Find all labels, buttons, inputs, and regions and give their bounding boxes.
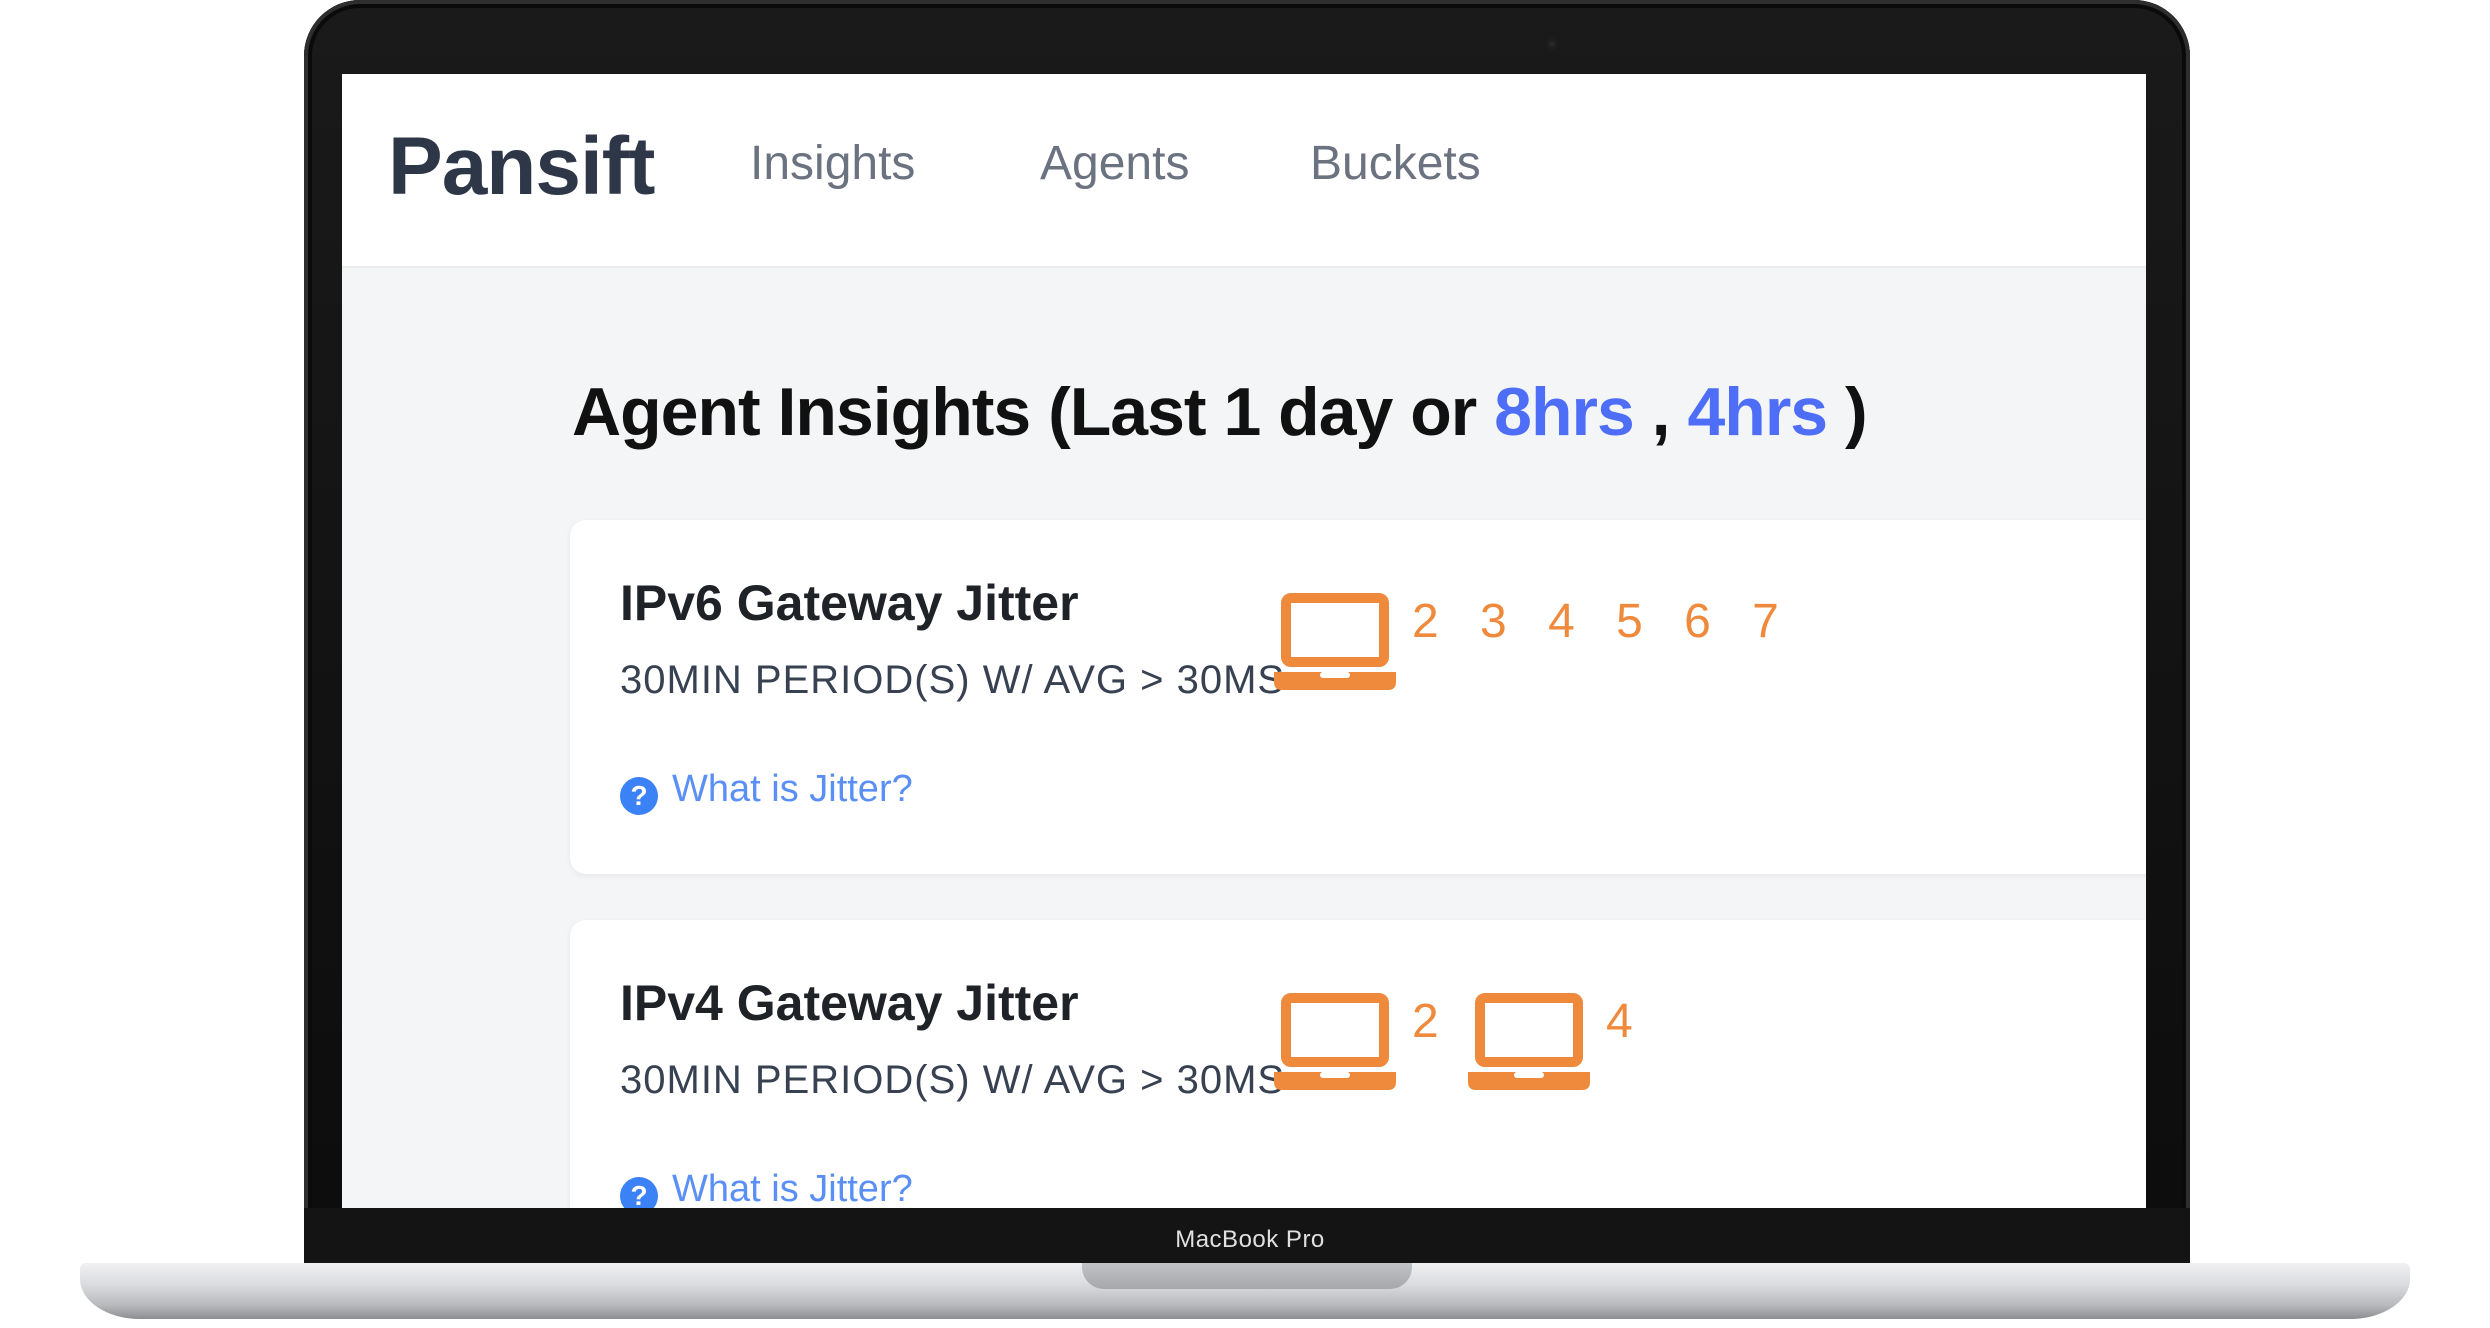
model-label: MacBook Pro [1175, 1226, 1325, 1253]
camera-icon [1546, 38, 1558, 50]
page-title-separator: , [1633, 374, 1688, 450]
question-circle-icon: ? [620, 1177, 658, 1208]
help-link-label: What is Jitter? [672, 1168, 913, 1208]
agent-ids[interactable]: 2 [1412, 998, 1453, 1046]
what-is-jitter-link[interactable]: ? What is Jitter? [620, 770, 913, 815]
help-link-label: What is Jitter? [672, 768, 913, 810]
agent-ids[interactable]: 4 [1606, 998, 1647, 1046]
range-4hrs-link[interactable]: 4hrs [1687, 374, 1828, 450]
page-title: Agent Insights (Last 1 day or 8hrs , 4hr… [572, 378, 1868, 446]
navbar: Pansift Insights Agents Buckets [342, 74, 2146, 268]
card-title: IPv4 Gateway Jitter [620, 975, 1079, 1031]
laptop-icon [1468, 993, 1590, 1090]
range-8hrs-link[interactable]: 8hrs [1494, 374, 1635, 450]
brand-logo[interactable]: Pansift [388, 126, 655, 208]
insight-card-ipv6-jitter: IPv6 Gateway Jitter 30MIN PERIOD(S) W/ A… [570, 520, 2146, 874]
page-title-text: Agent Insights (Last 1 day or [572, 374, 1495, 450]
question-circle-icon: ? [620, 777, 658, 815]
nav-link-buckets[interactable]: Buckets [1310, 140, 1481, 188]
laptop-icon [1274, 993, 1396, 1090]
laptop-notch [1082, 1263, 1412, 1289]
page-title-close: ) [1827, 374, 1868, 450]
insight-card-ipv4-jitter: IPv4 Gateway Jitter 30MIN PERIOD(S) W/ A… [570, 920, 2146, 1208]
what-is-jitter-link[interactable]: ? What is Jitter? [620, 1170, 913, 1208]
nav-link-agents[interactable]: Agents [1040, 140, 1189, 188]
card-description: 30MIN PERIOD(S) W/ AVG > 30MS [620, 658, 1286, 702]
card-description: 30MIN PERIOD(S) W/ AVG > 30MS [620, 1058, 1286, 1102]
screen: Pansift Insights Agents Buckets Agent In… [342, 74, 2146, 1208]
laptop-icon [1274, 593, 1396, 690]
nav-link-insights[interactable]: Insights [750, 140, 915, 188]
card-title: IPv6 Gateway Jitter [620, 575, 1079, 631]
agent-ids[interactable]: 2 3 4 5 6 7 [1412, 598, 1793, 646]
